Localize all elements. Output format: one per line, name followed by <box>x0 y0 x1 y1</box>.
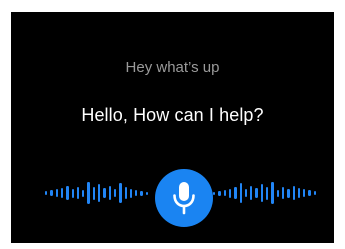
waveform-bar <box>129 188 133 198</box>
greeting-text: Hello, How can I help? <box>81 105 264 125</box>
waveform-bar <box>135 190 138 196</box>
waveform-bar <box>287 188 290 198</box>
waveform-bar <box>76 187 80 199</box>
waveform-bar <box>271 182 274 204</box>
microphone-icon <box>173 182 195 215</box>
waveform-bar <box>108 186 111 200</box>
waveform-bar <box>234 187 237 199</box>
waveform-bar <box>313 191 317 195</box>
prompt-text: Hey what’s up <box>125 59 220 76</box>
waveform-bar <box>260 184 264 202</box>
waveform-bar <box>239 183 242 203</box>
waveform-bar <box>45 191 48 195</box>
waveform-bar <box>255 188 258 198</box>
waveform-bar <box>103 188 106 198</box>
waveform-bar <box>223 190 226 196</box>
waveform-bar <box>266 186 269 200</box>
waveform-bar <box>297 188 301 198</box>
microphone-button[interactable] <box>155 169 213 227</box>
waveform-bar <box>66 186 69 200</box>
waveform-bar <box>228 188 232 198</box>
audio-waveform-left <box>45 172 155 214</box>
waveform-bar <box>145 191 149 195</box>
waveform-bar <box>213 191 216 195</box>
waveform-bar <box>119 183 122 203</box>
waveform-bar <box>55 189 58 197</box>
waveform-bar <box>98 184 101 202</box>
waveform-bar <box>250 186 253 200</box>
waveform-bar <box>92 186 96 200</box>
waveform-bar <box>276 189 279 197</box>
audio-waveform-right <box>213 172 323 214</box>
waveform-bar <box>218 190 221 196</box>
waveform-bar <box>140 190 143 196</box>
waveform-bar <box>50 190 53 196</box>
waveform-bar <box>308 190 311 196</box>
waveform-bar <box>303 189 306 197</box>
waveform-bar <box>113 189 117 197</box>
waveform-bar <box>60 188 64 198</box>
waveform-bar <box>281 187 285 199</box>
waveform-bar <box>87 182 90 204</box>
voice-assistant-screen: Hey what’s up Hello, How can I help? <box>11 12 334 243</box>
waveform-bar <box>244 189 248 197</box>
waveform-bar <box>71 188 74 198</box>
waveform-bar <box>82 189 85 197</box>
waveform-bar <box>292 186 295 200</box>
waveform-bar <box>124 187 127 199</box>
